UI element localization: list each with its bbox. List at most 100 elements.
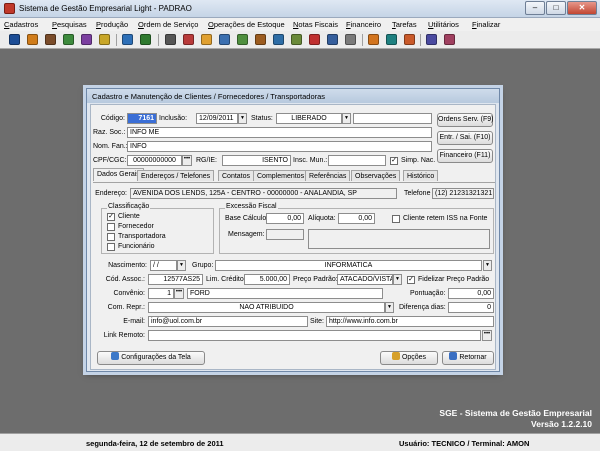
- mensagem-code-field[interactable]: [266, 229, 304, 240]
- invoice-icon[interactable]: [201, 34, 212, 45]
- insc-mun-field[interactable]: [328, 155, 386, 166]
- status-dropdown-icon[interactable]: ▼: [342, 113, 351, 124]
- grupo-dropdown-icon[interactable]: ▼: [483, 260, 492, 271]
- menu-operacoes-estoque[interactable]: Operações de Estoque: [208, 20, 285, 29]
- edit-icon[interactable]: [140, 34, 151, 45]
- status-select[interactable]: LIBERADO: [276, 113, 342, 124]
- truck-icon[interactable]: [327, 34, 338, 45]
- groups-icon[interactable]: [99, 34, 110, 45]
- calendar-icon[interactable]: [309, 34, 320, 45]
- tools-icon[interactable]: [345, 34, 356, 45]
- tab-complementos[interactable]: Complementos: [253, 170, 309, 181]
- rg-field[interactable]: ISENTO: [222, 155, 291, 166]
- convenio-label: Convênio:: [113, 290, 145, 297]
- pontuacao-field[interactable]: 0,00: [448, 288, 494, 299]
- opcoes-label: Opções: [401, 354, 427, 361]
- menu-utilitarios[interactable]: Utilitários: [428, 20, 459, 29]
- preco-padrao-dropdown-icon[interactable]: ▼: [393, 274, 402, 285]
- grupo-select[interactable]: INFORMATICA: [215, 260, 482, 271]
- tab-observacoes[interactable]: Observações: [351, 170, 401, 181]
- tasks-icon[interactable]: [404, 34, 415, 45]
- rg-label: RG/IE:: [196, 157, 218, 164]
- document-icon[interactable]: [219, 34, 230, 45]
- cliente-checkbox[interactable]: ✓: [107, 213, 115, 221]
- help-icon[interactable]: [426, 34, 437, 45]
- funcionario-checkbox[interactable]: [107, 243, 115, 251]
- menu-producao[interactable]: Produção: [96, 20, 128, 29]
- nascimento-dropdown-icon[interactable]: ▼: [177, 260, 186, 271]
- clients-icon[interactable]: [9, 34, 20, 45]
- configuracoes-tela-button[interactable]: Configurações da Tela: [97, 351, 205, 365]
- maximize-button[interactable]: □: [546, 1, 566, 15]
- menu-ordem-servico[interactable]: Ordem de Serviço: [138, 20, 198, 29]
- order-icon[interactable]: [237, 34, 248, 45]
- com-repr-select[interactable]: NAO ATRIBUIDO: [148, 302, 385, 313]
- dialog-title: Cadastro e Manutenção de Clientes / Forn…: [87, 89, 499, 103]
- opcoes-button[interactable]: Opções: [380, 351, 438, 365]
- tab-historico[interactable]: Histórico: [403, 170, 439, 181]
- codigo-field[interactable]: 7161: [127, 113, 157, 124]
- email-label: E-mail:: [123, 318, 145, 325]
- menu-financeiro[interactable]: Financeiro: [346, 20, 381, 29]
- preco-padrao-select[interactable]: ATACADO/VISTA: [337, 274, 393, 285]
- nom-fan-field[interactable]: INFO: [127, 141, 432, 152]
- excecao-fiscal-label: Excessão Fiscal: [225, 203, 278, 210]
- link-remoto-field[interactable]: [148, 330, 481, 341]
- print-icon[interactable]: [165, 34, 176, 45]
- employees-icon[interactable]: [81, 34, 92, 45]
- cod-assoc-field[interactable]: 12577AS25: [148, 274, 203, 285]
- cpf-field[interactable]: 00000000000: [127, 155, 182, 166]
- link-remoto-lookup-button[interactable]: •••: [482, 330, 492, 341]
- receipts-icon[interactable]: [291, 34, 302, 45]
- tab-contatos[interactable]: Contatos: [218, 170, 255, 181]
- diferenca-field[interactable]: 0: [448, 302, 494, 313]
- services-icon[interactable]: [63, 34, 74, 45]
- money-icon[interactable]: [255, 34, 266, 45]
- stock-icon[interactable]: [122, 34, 133, 45]
- raz-soc-field[interactable]: INFO ME: [127, 127, 432, 138]
- brand-watermark: SGE - Sistema de Gestão Empresarial Vers…: [439, 408, 592, 430]
- transportadora-checkbox[interactable]: [107, 233, 115, 241]
- entr-sai-button[interactable]: Entr. / Sai. (F10): [437, 131, 493, 145]
- backup-icon[interactable]: [368, 34, 379, 45]
- tab-enderecos[interactable]: Endereços / Telefones: [137, 170, 215, 181]
- inclusao-field[interactable]: 12/09/2011: [196, 113, 238, 124]
- convenio-code-field[interactable]: 1: [148, 288, 174, 299]
- menu-cadastros[interactable]: Cadastros: [4, 20, 38, 29]
- fidelizar-checkbox[interactable]: ✓: [407, 276, 415, 284]
- email-field[interactable]: info@uol.com.br: [148, 316, 308, 327]
- close-button[interactable]: ✕: [567, 1, 597, 15]
- lim-credito-field[interactable]: 5.000,00: [244, 274, 290, 285]
- report-icon[interactable]: [183, 34, 194, 45]
- menu-finalizar[interactable]: Finalizar: [472, 20, 500, 29]
- simp-nac-checkbox[interactable]: ✓: [390, 157, 398, 165]
- iss-checkbox[interactable]: [392, 215, 400, 223]
- status-detail-field[interactable]: [353, 113, 432, 124]
- menu-pesquisas[interactable]: Pesquisas: [52, 20, 87, 29]
- financeiro-button[interactable]: Financeiro (F11): [437, 149, 493, 163]
- nascimento-field[interactable]: / /: [150, 260, 177, 271]
- inclusao-dropdown-icon[interactable]: ▼: [238, 113, 247, 124]
- mensagem-field[interactable]: [308, 229, 490, 249]
- com-repr-dropdown-icon[interactable]: ▼: [385, 302, 394, 313]
- convenio-lookup-button[interactable]: •••: [174, 288, 184, 299]
- suppliers-icon[interactable]: [45, 34, 56, 45]
- products-icon[interactable]: [27, 34, 38, 45]
- cpf-lookup-button[interactable]: •••: [182, 155, 192, 166]
- menu-tarefas[interactable]: Tarefas: [392, 20, 417, 29]
- fornecedor-checkbox[interactable]: [107, 223, 115, 231]
- minimize-button[interactable]: ‒: [525, 1, 545, 15]
- menu-notas-fiscais[interactable]: Notas Fiscais: [293, 20, 338, 29]
- retornar-button[interactable]: Retornar: [442, 351, 494, 365]
- brand-line2: Versão 1.2.2.10: [531, 419, 592, 429]
- exit-icon[interactable]: [444, 34, 455, 45]
- notes-icon[interactable]: [386, 34, 397, 45]
- tab-referencias[interactable]: Referências: [305, 170, 351, 181]
- telefone-field: (12) 21231321321: [432, 188, 494, 199]
- ordens-serv-button[interactable]: Ordens Serv. (F9): [437, 113, 494, 127]
- base-calculo-field[interactable]: 0,00: [266, 213, 304, 224]
- aliquota-field[interactable]: 0,00: [338, 213, 375, 224]
- site-field[interactable]: http://www.info.com.br: [326, 316, 494, 327]
- pontuacao-label: Pontuação:: [410, 290, 446, 297]
- payments-icon[interactable]: [273, 34, 284, 45]
